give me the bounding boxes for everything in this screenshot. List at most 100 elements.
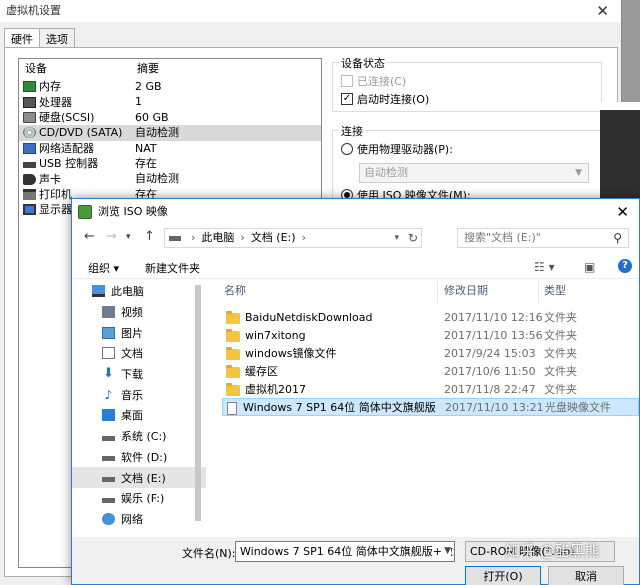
- documents-icon: [102, 347, 115, 360]
- device-column-header[interactable]: 设备: [19, 59, 131, 79]
- toolbar: 组织 ▾ 新建文件夹 ☷ ▾ ▣ ?: [72, 255, 639, 279]
- device-row-memory[interactable]: 内存 2 GB: [19, 79, 321, 94]
- breadcrumb-this-pc[interactable]: 此电脑: [201, 229, 234, 247]
- device-name: 内存: [39, 80, 61, 94]
- file-list: 名称 修改日期 类型 BaiduNetdiskDownload 2017/11/1…: [222, 281, 639, 535]
- column-header-date[interactable]: 修改日期: [444, 281, 488, 301]
- device-status-group: 设备状态 已连接(C) ✓ 启动时连接(O): [332, 55, 602, 112]
- browse-iso-titlebar: 浏览 ISO 映像 ✕: [72, 199, 639, 225]
- device-row-sound[interactable]: 声卡 自动检测: [19, 171, 321, 186]
- disc-image-icon: [227, 401, 237, 415]
- checkmark-icon: ✓: [341, 93, 353, 105]
- navigation-pane: 此电脑 视频 图片 文档 ⬇ 下载 ♪ 音乐 桌面 系统 (C:) 软件 (D:) …: [72, 281, 206, 535]
- device-name: 处理器: [39, 95, 72, 109]
- device-name: 声卡: [39, 172, 61, 186]
- file-row[interactable]: BaiduNetdiskDownload 2017/11/10 12:16 文件夹: [222, 309, 639, 327]
- file-row[interactable]: windows镜像文件 2017/9/24 15:03 文件夹: [222, 345, 639, 363]
- forward-arrow-icon[interactable]: →: [106, 229, 117, 244]
- cancel-button[interactable]: 取消: [548, 566, 624, 585]
- recent-chevron-down-icon[interactable]: ▾: [126, 232, 131, 242]
- folder-icon: [226, 328, 240, 342]
- device-row-cpu[interactable]: 处理器 1: [19, 94, 321, 109]
- up-arrow-icon[interactable]: ↑: [144, 229, 155, 244]
- nav-item-desktop[interactable]: 桌面: [72, 405, 206, 426]
- tab-options[interactable]: 选项: [39, 28, 75, 48]
- nav-item-drive-d[interactable]: 软件 (D:): [72, 447, 206, 468]
- physical-drive-select[interactable]: 自动检测 ▼: [359, 163, 589, 183]
- device-row-usb[interactable]: USB 控制器 存在: [19, 156, 321, 171]
- device-row-hard-disk[interactable]: 硬盘(SCSI) 60 GB: [19, 110, 321, 125]
- close-icon[interactable]: ✕: [596, 0, 609, 22]
- chevron-down-icon: ▼: [575, 168, 582, 178]
- pictures-icon: [102, 326, 115, 339]
- use-physical-drive-radio[interactable]: 使用物理驱动器(P):: [341, 141, 453, 157]
- hard-disk-icon: [23, 111, 36, 123]
- filename-input[interactable]: Windows 7 SP1 64位 简体中文旗舰版+激活 ▼: [235, 541, 455, 562]
- device-name: 打印机: [39, 187, 72, 201]
- nav-item-drive-e[interactable]: 文档 (E:): [72, 467, 206, 488]
- nav-item-drive-f[interactable]: 娱乐 (F:): [72, 488, 206, 509]
- scrollbar-thumb[interactable]: [195, 285, 201, 521]
- folder-icon: [226, 310, 240, 324]
- nav-item-videos[interactable]: 视频: [72, 302, 206, 323]
- breadcrumb-drive-e[interactable]: 文档 (E:): [251, 229, 296, 247]
- back-arrow-icon[interactable]: ←: [84, 229, 95, 244]
- open-button[interactable]: 打开(O): [465, 566, 541, 585]
- close-icon[interactable]: ✕: [616, 199, 629, 225]
- search-input[interactable]: 搜索"文档 (E:)" ⚲: [457, 228, 629, 248]
- cpu-icon: [23, 96, 36, 108]
- device-summary: 60 GB: [135, 110, 169, 124]
- column-header-type[interactable]: 类型: [544, 281, 566, 301]
- nav-item-downloads[interactable]: ⬇ 下载: [72, 364, 206, 385]
- new-folder-button[interactable]: 新建文件夹: [145, 260, 200, 276]
- address-bar[interactable]: › 此电脑 › 文档 (E:) › ▾ ↻: [164, 228, 422, 248]
- device-row-cd-dvd[interactable]: CD/DVD (SATA) 自动检测: [19, 125, 321, 141]
- preview-pane-icon[interactable]: ▣: [584, 260, 595, 274]
- tab-hardware[interactable]: 硬件: [4, 28, 40, 49]
- browse-iso-dialog: 浏览 ISO 映像 ✕ ← → ▾ ↑ › 此电脑 › 文档 (E:) › ▾ …: [71, 198, 640, 585]
- file-row-selected[interactable]: Windows 7 SP1 64位 简体中文旗舰版+... 2017/11/10 …: [222, 398, 639, 416]
- nav-item-this-pc[interactable]: 此电脑: [72, 281, 206, 302]
- cd-dvd-icon: [23, 127, 36, 139]
- address-row: ← → ▾ ↑ › 此电脑 › 文档 (E:) › ▾ ↻ 搜索"文档 (E:)…: [72, 225, 639, 253]
- connected-checkbox[interactable]: 已连接(C): [341, 73, 406, 89]
- help-icon[interactable]: ?: [618, 259, 632, 273]
- view-options-icon[interactable]: ☷ ▾: [534, 260, 555, 274]
- file-row[interactable]: 虚拟机2017 2017/11/8 22:47 文件夹: [222, 381, 639, 399]
- nav-item-pictures[interactable]: 图片: [72, 322, 206, 343]
- monitor-icon: [23, 204, 36, 216]
- usb-icon: [23, 161, 36, 168]
- sound-card-icon: [23, 173, 36, 185]
- device-summary: 2 GB: [135, 80, 162, 93]
- file-row[interactable]: win7xitong 2017/11/10 13:56 文件夹: [222, 327, 639, 345]
- nav-item-network[interactable]: 网络: [72, 509, 206, 530]
- chevron-down-icon[interactable]: ▼: [441, 542, 451, 561]
- folder-icon: [226, 346, 240, 360]
- device-row-network[interactable]: 网络适配器 NAT: [19, 141, 321, 156]
- nav-item-drive-c[interactable]: 系统 (C:): [72, 426, 206, 447]
- download-icon: ⬇: [103, 366, 114, 382]
- connect-on-start-checkbox[interactable]: ✓ 启动时连接(O): [341, 91, 429, 107]
- drive-icon: [169, 235, 181, 241]
- music-icon: ♪: [104, 387, 113, 402]
- address-chevron-down-icon[interactable]: ▾: [394, 229, 399, 247]
- device-name: CD/DVD (SATA): [39, 126, 123, 140]
- this-pc-icon: [92, 285, 105, 298]
- browse-iso-title: 浏览 ISO 映像: [98, 205, 168, 218]
- refresh-icon[interactable]: ↻: [408, 229, 418, 247]
- watermark: 知乎 @醋黑熊: [505, 542, 600, 560]
- nav-pane-scrollbar[interactable]: [192, 281, 204, 529]
- nav-item-music[interactable]: ♪ 音乐: [72, 384, 206, 405]
- network-adapter-icon: [23, 142, 36, 154]
- column-header-name[interactable]: 名称: [224, 281, 246, 301]
- organize-button[interactable]: 组织 ▾: [88, 260, 119, 276]
- breadcrumb-separator: ›: [191, 231, 196, 244]
- file-row[interactable]: 缓存区 2017/10/6 11:50 文件夹: [222, 363, 639, 381]
- vm-settings-title: 虚拟机设置: [6, 4, 61, 17]
- nav-item-documents[interactable]: 文档: [72, 343, 206, 364]
- summary-column-header[interactable]: 摘要: [131, 59, 159, 79]
- vm-settings-titlebar: 虚拟机设置 ✕: [0, 0, 621, 22]
- device-summary: 自动检测: [135, 126, 179, 140]
- device-list-header: 设备 摘要: [19, 59, 321, 79]
- network-icon: [102, 512, 115, 525]
